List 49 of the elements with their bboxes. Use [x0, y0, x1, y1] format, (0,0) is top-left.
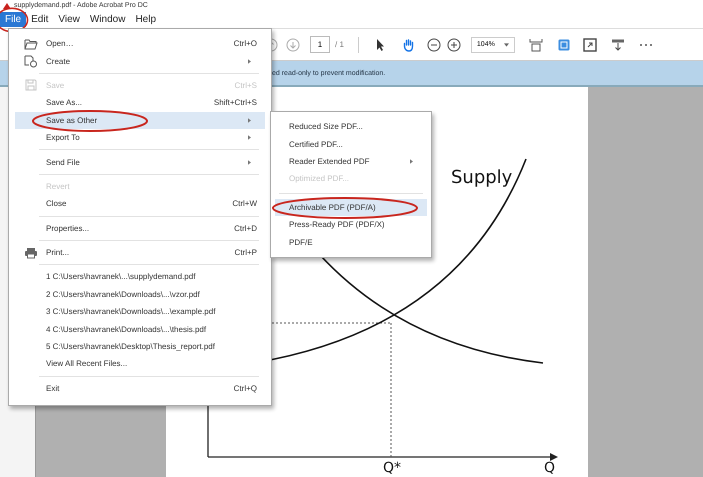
submenu-arrow-icon — [410, 158, 413, 164]
menu-item[interactable]: Press-Ready PDF (PDF/X) — [275, 216, 427, 234]
create-pdf-icon — [24, 54, 38, 68]
full-screen-icon[interactable] — [582, 38, 597, 52]
page-fit-icon[interactable] — [528, 38, 543, 52]
caret-icon — [504, 42, 509, 46]
menu-item[interactable]: Reader Extended PDF — [275, 152, 427, 170]
print-icon — [24, 246, 38, 259]
page-number-field[interactable]: 1 — [310, 36, 330, 53]
menu-item[interactable]: Print... Ctrl+P — [15, 244, 265, 262]
menu-item[interactable]: PDF/E — [275, 233, 427, 251]
menu-item[interactable]: Send File — [15, 153, 265, 171]
page-view-icon[interactable] — [556, 38, 571, 52]
menu-item[interactable]: View All Recent Files... — [15, 355, 265, 373]
menu-bar-item[interactable]: Help — [130, 12, 162, 27]
menu-item[interactable]: Open… Ctrl+O — [15, 35, 265, 52]
axis-label: Q* — [382, 460, 401, 476]
submenu-arrow-icon — [248, 160, 251, 165]
menu-item[interactable]: Create — [15, 52, 265, 70]
folder-icon — [24, 38, 38, 50]
submenu-arrow-icon — [248, 118, 251, 123]
menu-item[interactable]: Save As... Shift+Ctrl+S — [15, 94, 265, 112]
submenu-arrow-icon — [248, 58, 251, 64]
menu-item[interactable]: Properties... Ctrl+D — [15, 220, 265, 237]
submenu-arrow-icon — [248, 135, 251, 140]
menu-item[interactable]: 4 C:\Users\havranek\Downloads\...\thesis.pdf — [15, 320, 265, 338]
menu-item[interactable]: 5 C:\Users\havranek\Desktop\Thesis_report.pdf — [15, 338, 265, 356]
menu-item[interactable]: Export To — [15, 128, 265, 146]
menu-item[interactable]: 2 C:\Users\havranek\Downloads\...\vzor.pdf — [15, 286, 265, 304]
menu-bar-item[interactable]: Window — [84, 12, 130, 27]
menu-item[interactable]: 3 C:\Users\havranek\Downloads\...\example.pdf — [15, 303, 265, 320]
save-icon — [24, 79, 36, 92]
more-icon[interactable] — [638, 42, 653, 46]
axis-label: Q — [544, 460, 555, 476]
curve-label: Supply — [450, 167, 512, 188]
menu-bar-item[interactable]: View — [53, 12, 85, 27]
zoom-in-icon[interactable] — [446, 38, 461, 52]
menu-bar-item[interactable]: File — [0, 12, 26, 27]
menu-item[interactable]: Exit Ctrl+Q — [15, 380, 265, 398]
app-icon — [2, 2, 12, 10]
menu-item[interactable]: 1 C:\Users\havranek\...\supplydemand.pdf — [15, 268, 265, 286]
menu-item[interactable]: Save as Other — [15, 112, 265, 129]
zoom-out-icon[interactable] — [426, 38, 441, 52]
download-icon[interactable] — [610, 38, 625, 52]
menu-item[interactable]: Certified PDF... — [275, 135, 427, 153]
menu-item[interactable]: Close Ctrl+W — [15, 195, 265, 213]
menu-item[interactable]: Reduced Size PDF... — [275, 118, 427, 136]
page-count: / 1 — [335, 40, 344, 49]
menu-bar-item[interactable]: Edit — [26, 12, 54, 27]
